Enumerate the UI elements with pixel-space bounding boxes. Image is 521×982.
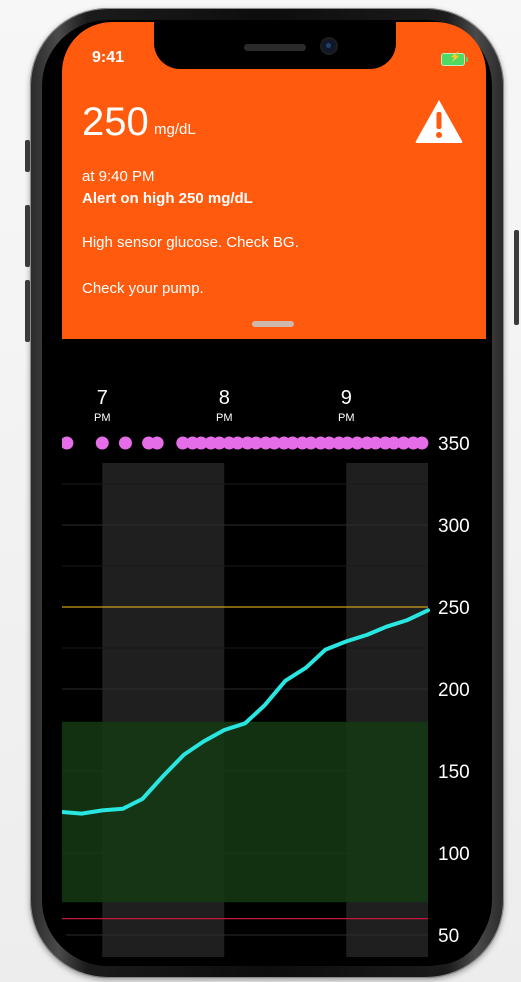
- y-tick-label: 200: [438, 680, 470, 701]
- alert-title: Alert on high 250 mg/dL: [82, 190, 253, 207]
- volume-down-button: [25, 280, 30, 342]
- target-range-band: [62, 721, 428, 903]
- notch: [154, 22, 396, 69]
- alert-time: at 9:40 PM: [82, 168, 155, 185]
- volume-up-button: [25, 205, 30, 267]
- y-tick-label: 250: [438, 598, 470, 619]
- x-tick-hour: 9: [341, 387, 352, 409]
- x-tick-hour: 8: [219, 387, 230, 409]
- x-tick-ampm: PM: [94, 412, 111, 424]
- y-tick-label: 50: [438, 926, 459, 947]
- glucose-value: 250: [82, 100, 149, 144]
- drag-handle[interactable]: [252, 321, 294, 327]
- y-axis-labels: 350 300 250 200 150 100 50: [438, 434, 470, 947]
- warning-triangle-icon: [415, 100, 463, 143]
- y-tick-label: 150: [438, 762, 470, 783]
- target-range-band: [62, 721, 428, 903]
- y-tick-label: 350: [438, 434, 470, 455]
- alert-banner[interactable]: 9:41 ⚡ 250 mg/dL at 9:40 PM Alert on hig…: [62, 22, 486, 339]
- x-axis-labels: 7 PM 8 PM 9 PM: [94, 387, 355, 424]
- alert-message: High sensor glucose. Check BG.: [82, 234, 299, 251]
- bolus-dot: [415, 436, 429, 450]
- bolus-dot: [150, 436, 164, 450]
- screen: 9:41 ⚡ 250 mg/dL at 9:40 PM Alert on hig…: [62, 22, 486, 965]
- status-time: 9:41: [92, 49, 125, 66]
- x-tick-ampm: PM: [216, 412, 233, 424]
- bolus-dot: [118, 436, 132, 450]
- alert-pump-message: Check your pump.: [82, 280, 204, 297]
- x-tick-hour: 7: [97, 387, 108, 409]
- y-tick-label: 100: [438, 844, 470, 865]
- battery-charging-icon: ⚡: [441, 52, 468, 66]
- x-tick-ampm: PM: [338, 412, 355, 424]
- mute-switch: [25, 140, 30, 172]
- bolus-dot: [95, 436, 109, 450]
- front-camera: [322, 39, 336, 53]
- glucose-unit: mg/dL: [154, 121, 196, 138]
- bolus-dots: [62, 436, 429, 450]
- bolus-dot: [62, 436, 74, 450]
- glucose-chart: 7 PM 8 PM 9 PM 350 300 250 200 150 100 50: [62, 387, 470, 957]
- speaker: [244, 44, 306, 51]
- y-tick-label: 300: [438, 516, 470, 537]
- power-button: [514, 230, 519, 325]
